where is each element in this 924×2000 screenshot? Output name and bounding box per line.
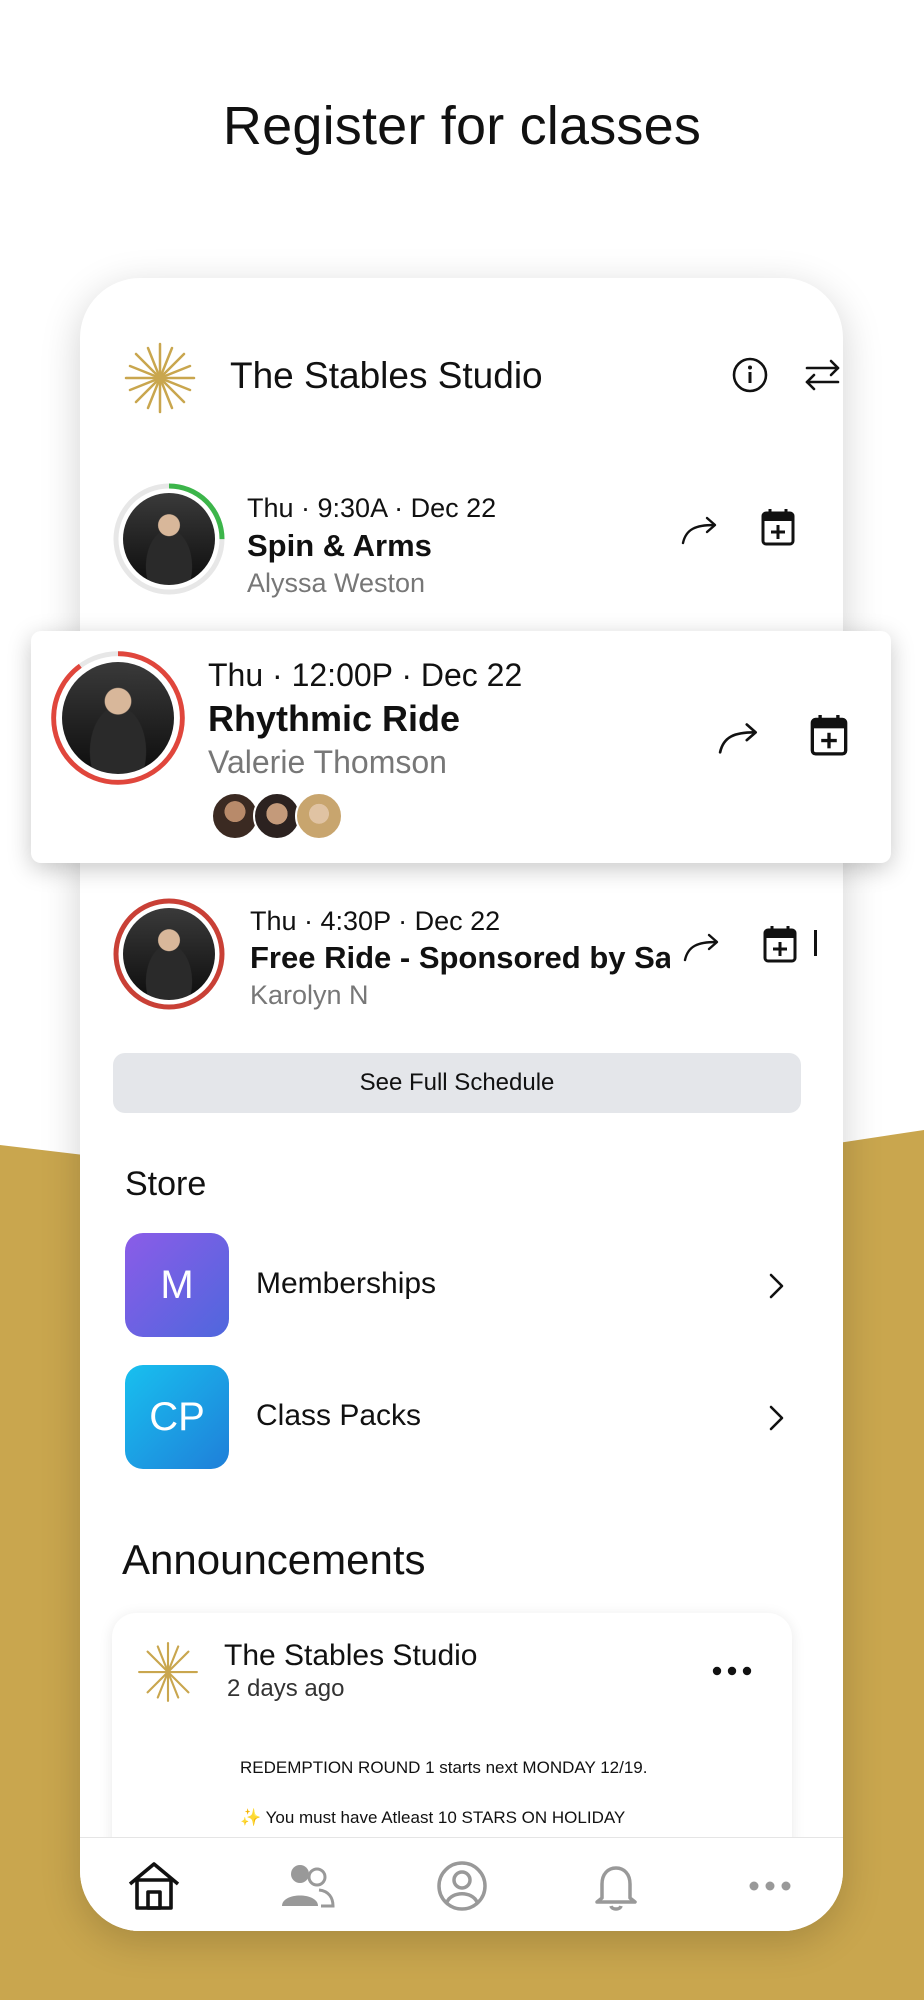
class-title: Spin & Arms: [247, 528, 432, 563]
class-time: Thu · 12:00P · Dec 22: [208, 657, 523, 693]
store-title: Store: [125, 1165, 207, 1203]
announcements-title: Announcements: [122, 1536, 426, 1583]
announcement-line: ✨ You must have Atleast 10 STARS ON HOLI…: [240, 1808, 626, 1827]
class-time: Thu · 4:30P · Dec 22: [250, 906, 501, 936]
add-calendar-icon[interactable]: [809, 712, 849, 758]
bell-icon[interactable]: [588, 1858, 644, 1914]
class-instructor: Karolyn N: [250, 980, 369, 1010]
phone-frame: The Stables Studio Thu · 9:30A · Dec 22 …: [80, 278, 843, 1931]
home-icon[interactable]: [126, 1858, 182, 1914]
studio-name: The Stables Studio: [230, 355, 543, 396]
class-instructor: Valerie Thomson: [208, 744, 447, 780]
profile-icon[interactable]: [434, 1858, 490, 1914]
attendee-avatar: [253, 792, 301, 840]
share-icon[interactable]: [682, 930, 722, 966]
class-packs-badge: CP: [125, 1365, 229, 1469]
announcement-time: 2 days ago: [227, 1675, 345, 1702]
page-headline: Register for classes: [222, 96, 702, 156]
more-options-icon[interactable]: [712, 1665, 752, 1677]
studio-logo: [138, 1642, 198, 1702]
announcement-author: The Stables Studio: [224, 1639, 478, 1672]
class-time: Thu · 9:30A · Dec 22: [247, 493, 497, 523]
chevron-right-icon: [769, 1405, 784, 1431]
more-icon[interactable]: [742, 1858, 798, 1914]
see-full-schedule-button[interactable]: See Full Schedule: [113, 1053, 801, 1113]
announcement-line: REDEMPTION ROUND 1 starts next MONDAY 12…: [240, 1758, 648, 1777]
share-icon[interactable]: [716, 719, 762, 759]
instructor-avatar: [62, 662, 174, 774]
store-item-label: Class Packs: [256, 1399, 422, 1432]
class-title: Rhythmic Ride: [208, 698, 461, 739]
clipped-icon-edge: [814, 930, 817, 956]
add-calendar-icon[interactable]: [760, 507, 796, 547]
info-icon[interactable]: [730, 355, 770, 395]
instructor-avatar: [123, 908, 215, 1000]
attendee-avatar: [211, 792, 259, 840]
class-row[interactable]: Thu · 4:30P · Dec 22 Free Ride - Sponsor…: [80, 898, 843, 1028]
app-header: The Stables Studio: [120, 333, 840, 423]
studio-logo: [124, 342, 196, 414]
store-item-class-packs[interactable]: CP Class Packs: [125, 1365, 803, 1471]
store-item-label: Memberships: [256, 1267, 437, 1300]
share-icon[interactable]: [680, 513, 720, 549]
store-item-memberships[interactable]: M Memberships: [125, 1233, 803, 1339]
class-title: Free Ride - Sponsored by Sa: [250, 940, 670, 975]
switch-icon[interactable]: [803, 355, 843, 395]
featured-class-card[interactable]: Thu · 12:00P · Dec 22 Rhythmic Ride Vale…: [31, 631, 891, 863]
class-instructor: Alyssa Weston: [247, 568, 426, 598]
class-row[interactable]: Thu · 9:30A · Dec 22 Spin & Arms Alyssa …: [80, 483, 843, 613]
instructor-avatar: [123, 493, 215, 585]
memberships-badge: M: [125, 1233, 229, 1337]
add-calendar-icon[interactable]: [762, 924, 798, 964]
attendee-avatar: [295, 792, 343, 840]
chevron-right-icon: [769, 1273, 784, 1299]
people-icon[interactable]: [279, 1858, 335, 1914]
bottom-tab-bar: [80, 1837, 843, 1931]
